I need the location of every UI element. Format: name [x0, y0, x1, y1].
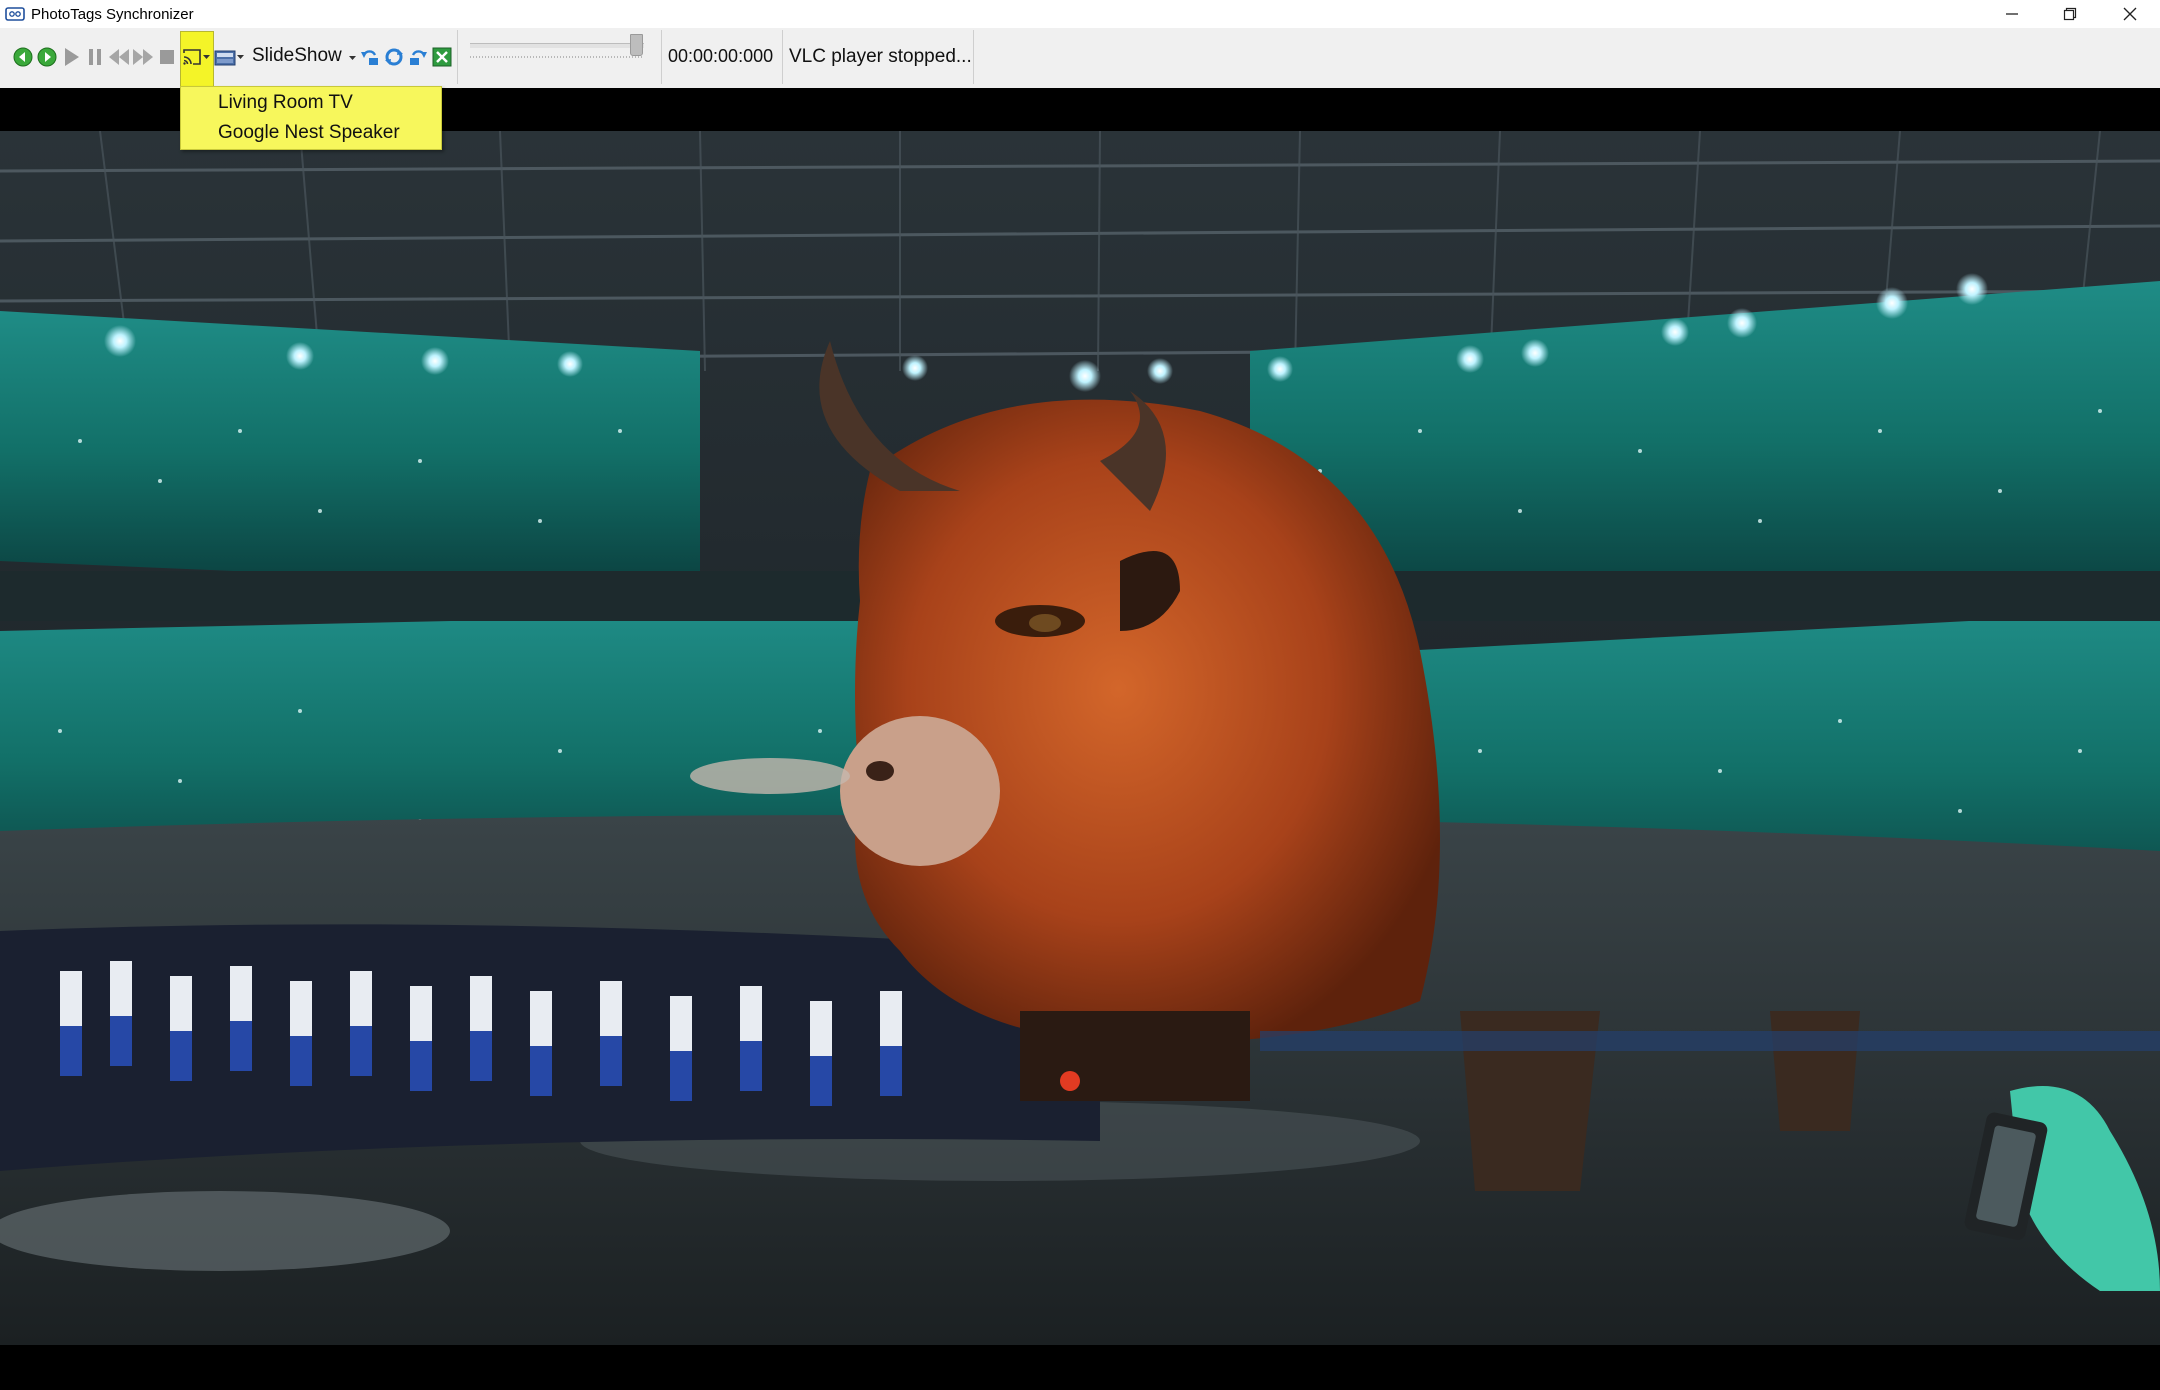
cast-device-menu: Living Room TV Google Nest Speaker — [180, 86, 442, 150]
seek-ticks — [470, 56, 644, 58]
app-icon — [5, 7, 25, 21]
video-frame[interactable] — [0, 131, 2160, 1345]
toolbar-separator — [457, 30, 458, 84]
previous-green-icon[interactable] — [13, 47, 33, 67]
close-icon — [2123, 7, 2137, 21]
minimize-icon — [2006, 13, 2018, 15]
seek-thumb[interactable] — [629, 34, 643, 56]
toolbar-separator — [973, 30, 974, 84]
restore-button[interactable] — [2040, 0, 2100, 28]
pause-icon[interactable] — [87, 47, 103, 67]
play-icon[interactable] — [63, 47, 81, 67]
seek-slider[interactable] — [468, 32, 648, 62]
seek-track — [470, 43, 644, 48]
rotate-left-icon[interactable] — [360, 47, 380, 67]
menu-item-google-nest-speaker[interactable]: Google Nest Speaker — [218, 122, 400, 144]
next-green-icon[interactable] — [37, 47, 57, 67]
chevron-down-icon — [349, 56, 356, 60]
rewind-icon[interactable] — [108, 47, 130, 67]
chevron-down-icon — [237, 55, 244, 59]
toolbar-separator — [661, 30, 662, 84]
slideshow-dropdown[interactable]: SlideShow — [252, 45, 342, 67]
rotate-right-icon[interactable] — [408, 47, 428, 67]
close-button[interactable] — [2100, 0, 2160, 28]
toolbar-separator — [782, 30, 783, 84]
restore-icon — [2063, 7, 2077, 21]
menu-item-living-room-tv[interactable]: Living Room TV — [218, 92, 353, 114]
app-window: PhotoTags Synchronizer SlideShow 00:00:0… — [0, 0, 2160, 1390]
fast-forward-icon[interactable] — [132, 47, 154, 67]
window-title: PhotoTags Synchronizer — [31, 5, 194, 23]
minimize-button[interactable] — [1982, 0, 2042, 28]
chevron-down-icon — [203, 55, 210, 59]
video-image — [0, 131, 2160, 1345]
rotate-180-icon[interactable] — [384, 47, 404, 67]
timecode-display: 00:00:00:000 — [668, 46, 774, 66]
slideshow-icon[interactable] — [214, 49, 236, 67]
player-status: VLC player stopped... — [789, 46, 972, 67]
cast-icon — [183, 49, 201, 65]
stop-icon[interactable] — [158, 47, 176, 67]
close-media-icon[interactable] — [432, 47, 452, 67]
title-bar: PhotoTags Synchronizer — [0, 0, 2160, 28]
